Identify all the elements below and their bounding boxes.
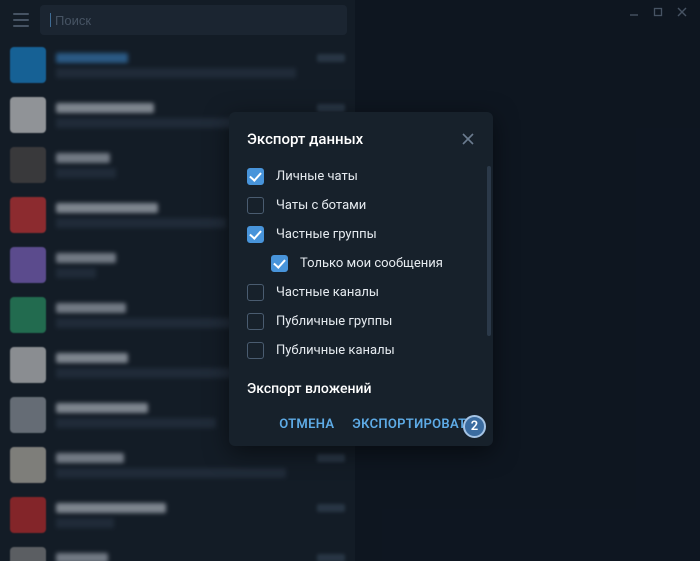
export-option[interactable]: Только мои сообщения (271, 249, 485, 278)
export-option[interactable]: Чаты с ботами (247, 191, 485, 220)
cancel-button[interactable]: ОТМЕНА (279, 417, 334, 432)
checkbox[interactable] (247, 226, 264, 243)
modal-footer: ОТМЕНА ЭКСПОРТИРОВАТЬ (229, 403, 493, 446)
option-label: Публичные группы (276, 314, 392, 329)
checkbox[interactable] (247, 197, 264, 214)
export-option[interactable]: Частные каналы (247, 278, 485, 307)
export-option[interactable]: Частные группы (247, 220, 485, 249)
checkbox[interactable] (271, 255, 288, 272)
option-label: Только мои сообщения (300, 256, 443, 271)
export-option[interactable]: Публичные каналы (247, 336, 485, 365)
modal-title: Экспорт данных (247, 130, 363, 148)
checkbox[interactable] (247, 342, 264, 359)
export-option[interactable]: Публичные группы (247, 307, 485, 336)
option-label: Личные чаты (276, 169, 358, 184)
modal-header: Экспорт данных (229, 112, 493, 162)
export-option[interactable]: Личные чаты (247, 162, 485, 191)
option-label: Частные группы (276, 227, 377, 242)
attachments-heading: Экспорт вложений (247, 365, 485, 403)
export-button[interactable]: ЭКСПОРТИРОВАТЬ (352, 417, 475, 432)
checkbox[interactable] (247, 313, 264, 330)
option-label: Чаты с ботами (276, 198, 366, 213)
option-label: Публичные каналы (276, 343, 395, 358)
export-data-modal: Экспорт данных Личные чаты Чаты с ботами Ч… (229, 112, 493, 446)
option-label: Частные каналы (276, 285, 379, 300)
checkbox[interactable] (247, 168, 264, 185)
modal-body: Личные чаты Чаты с ботами Частные группы То… (229, 162, 493, 403)
step-badge-2: 2 (463, 415, 486, 438)
close-icon[interactable] (461, 132, 475, 146)
scrollbar[interactable] (487, 166, 491, 336)
checkbox[interactable] (247, 284, 264, 301)
